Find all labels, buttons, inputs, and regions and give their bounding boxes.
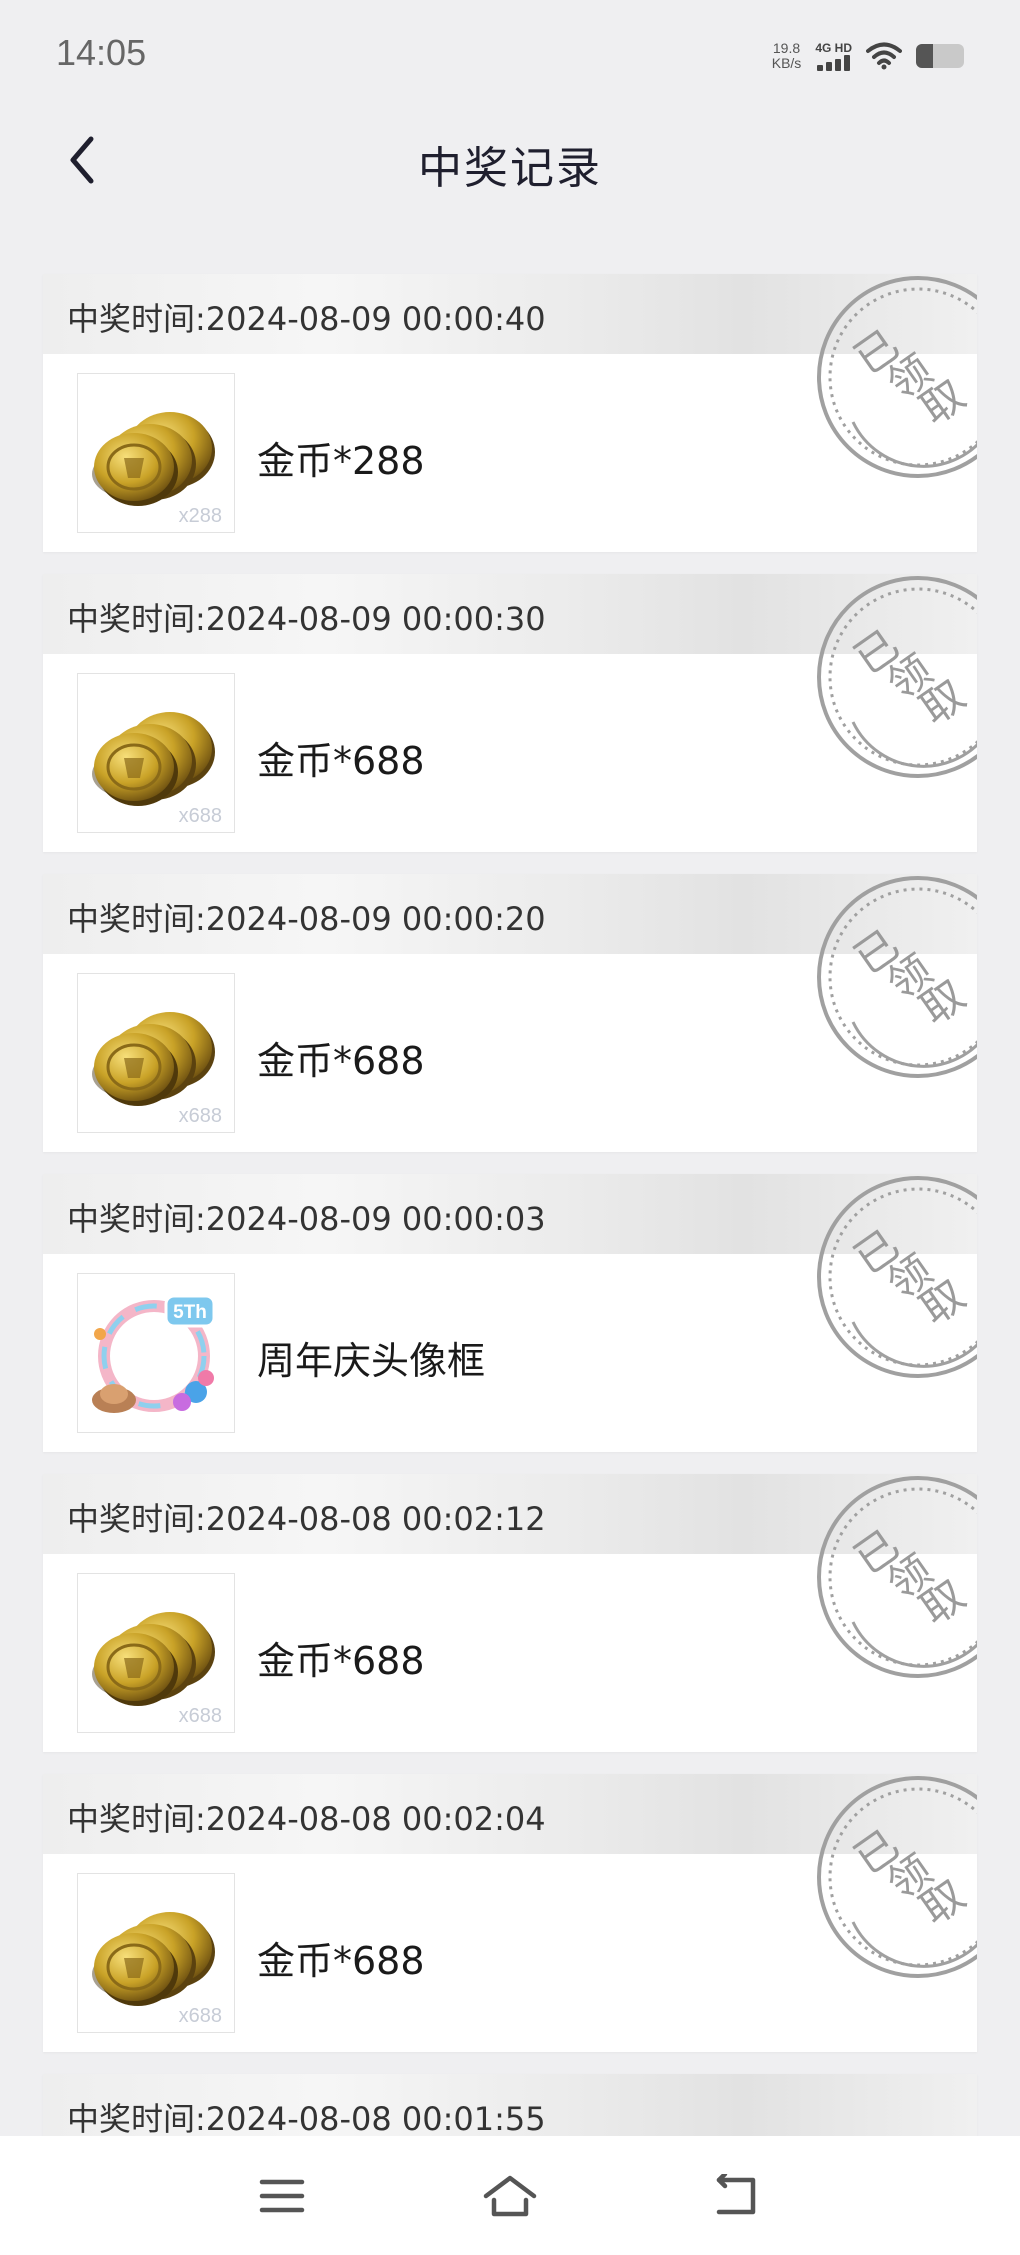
home-icon xyxy=(483,2175,537,2217)
prize-name: 金币*688 xyxy=(257,739,425,783)
prize-thumbnail: 5Th xyxy=(77,1273,235,1433)
cellular-signal-icon: 4G HD xyxy=(815,40,852,71)
prize-name: 金币*288 xyxy=(257,439,425,483)
system-nav-bar xyxy=(0,2136,1020,2255)
wifi-icon xyxy=(866,42,902,70)
prize-thumbnail: x288 xyxy=(77,373,235,533)
page-header: 中奖记录 xyxy=(0,110,1020,210)
prize-name: 金币*688 xyxy=(257,1039,425,1083)
page-title: 中奖记录 xyxy=(418,143,602,194)
record-body: x688 金币*688 已领取 xyxy=(43,1476,977,1752)
record-card[interactable]: 中奖时间:2024-08-09 00:00:40 x288 金币*288 已领取 xyxy=(43,274,977,552)
record-time: 中奖时间:2024-08-08 00:01:55 xyxy=(67,2100,546,2138)
home-button[interactable] xyxy=(475,2166,545,2226)
network-speed-value: 19.8 xyxy=(772,40,801,56)
status-indicators: 19.8 KB/s 4G HD xyxy=(772,36,964,76)
menu-button[interactable] xyxy=(247,2166,317,2226)
menu-icon xyxy=(259,2179,305,2213)
record-body: x688 金币*688 已领取 xyxy=(43,1776,977,2052)
back-icon xyxy=(716,2174,756,2215)
claimed-stamp: 已领取 xyxy=(817,1476,977,1678)
record-time: 中奖时间:2024-08-09 00:00:03 xyxy=(67,1200,546,1238)
prize-name: 金币*688 xyxy=(257,1939,425,1983)
record-body: x688 金币*688 已领取 xyxy=(43,876,977,1152)
network-type-label: 4G HD xyxy=(815,40,852,55)
thumbnail-quantity: x688 xyxy=(178,1105,222,1127)
record-card[interactable]: 中奖时间:2024-08-08 00:02:04 x688 金币*688 已领取 xyxy=(43,1774,977,2052)
claimed-stamp: 已领取 xyxy=(817,876,977,1078)
thumbnail-quantity: x688 xyxy=(178,1705,222,1727)
prize-thumbnail: x688 xyxy=(77,1873,235,2033)
network-speed-unit: KB/s xyxy=(771,55,802,71)
prize-thumbnail: x688 xyxy=(77,673,235,833)
prize-record-list[interactable]: 中奖时间:2024-08-09 00:00:40 x288 金币*288 已领取 … xyxy=(43,274,977,2174)
record-time: 中奖时间:2024-08-09 00:00:20 xyxy=(67,900,546,938)
status-time: 14:05 xyxy=(56,32,147,73)
record-card[interactable]: 中奖时间:2024-08-09 00:00:20 x688 金币*688 已领取 xyxy=(43,874,977,1152)
claimed-stamp: 已领取 xyxy=(817,1776,977,1978)
avatar-frame-badge: 5Th xyxy=(173,1302,207,1323)
record-card[interactable]: 中奖时间:2024-08-08 00:02:12 x688 金币*688 已领取 xyxy=(43,1474,977,1752)
record-time: 中奖时间:2024-08-08 00:02:12 xyxy=(67,1500,546,1538)
record-time: 中奖时间:2024-08-08 00:02:04 xyxy=(67,1800,546,1838)
claimed-stamp: 已领取 xyxy=(817,276,977,478)
prize-thumbnail: x688 xyxy=(77,1573,235,1733)
network-speed: 19.8 KB/s xyxy=(772,41,802,71)
record-body: x288 金币*288 已领取 xyxy=(43,276,977,552)
avatar-frame-icon: 5Th xyxy=(92,1294,216,1413)
status-bar: 14:05 19.8 KB/s 4G HD xyxy=(0,0,1020,110)
thumbnail-quantity: x688 xyxy=(178,2005,222,2027)
thumbnail-quantity: x688 xyxy=(178,805,222,827)
prize-name: 金币*688 xyxy=(257,1639,425,1683)
back-nav-button[interactable] xyxy=(701,2166,771,2226)
prize-thumbnail: x688 xyxy=(77,973,235,1133)
record-card[interactable]: 中奖时间:2024-08-09 00:00:03 5Th 周年庆头像框 已领取 xyxy=(43,1174,977,1452)
claimed-stamp: 已领取 xyxy=(817,576,977,778)
claimed-stamp: 已领取 xyxy=(817,1176,977,1378)
battery-icon xyxy=(916,44,964,68)
prize-name: 周年庆头像框 xyxy=(257,1339,486,1383)
record-body: x688 金币*688 已领取 xyxy=(43,576,977,852)
record-time: 中奖时间:2024-08-09 00:00:40 xyxy=(67,300,546,338)
record-card[interactable]: 中奖时间:2024-08-09 00:00:30 x688 金币*688 已领取 xyxy=(43,574,977,852)
record-body: 5Th 周年庆头像框 已领取 xyxy=(43,1176,977,1452)
record-time: 中奖时间:2024-08-09 00:00:30 xyxy=(67,600,546,638)
thumbnail-quantity: x288 xyxy=(178,505,222,527)
